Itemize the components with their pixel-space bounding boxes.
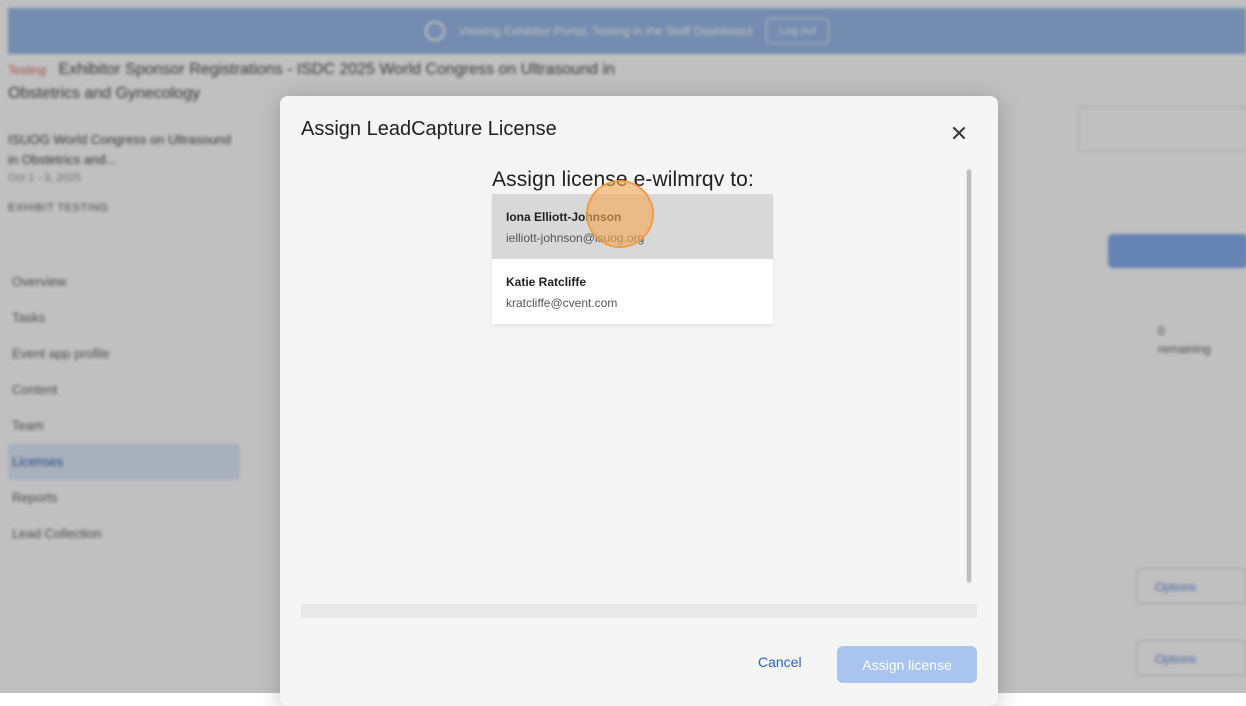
user-email: ielliott-johnson@isuog.org: [506, 231, 645, 245]
assign-heading: Assign license e-wilmrqv to:: [492, 168, 754, 191]
list-item[interactable]: Katie Ratcliffe kratcliffe@cvent.com: [492, 259, 773, 324]
close-icon[interactable]: [948, 122, 970, 144]
user-email: kratcliffe@cvent.com: [506, 296, 618, 310]
scrollbar-thumb[interactable]: [967, 170, 971, 582]
horizontal-scroll-area: [301, 604, 977, 618]
user-name: Katie Ratcliffe: [506, 275, 587, 289]
dialog-footer: Cancel Assign license: [280, 642, 998, 690]
assign-license-dialog: Assign LeadCapture License Assign licens…: [280, 96, 998, 706]
assign-license-button[interactable]: Assign license: [837, 646, 977, 683]
user-name: Iona Elliott-Johnson: [506, 210, 622, 224]
list-item[interactable]: Iona Elliott-Johnson ielliott-johnson@is…: [492, 194, 773, 259]
cancel-button[interactable]: Cancel: [758, 654, 802, 670]
dialog-title: Assign LeadCapture License: [301, 118, 557, 140]
user-list: Iona Elliott-Johnson ielliott-johnson@is…: [492, 194, 773, 324]
dialog-body: Assign license e-wilmrqv to: Iona Elliot…: [301, 166, 977, 618]
